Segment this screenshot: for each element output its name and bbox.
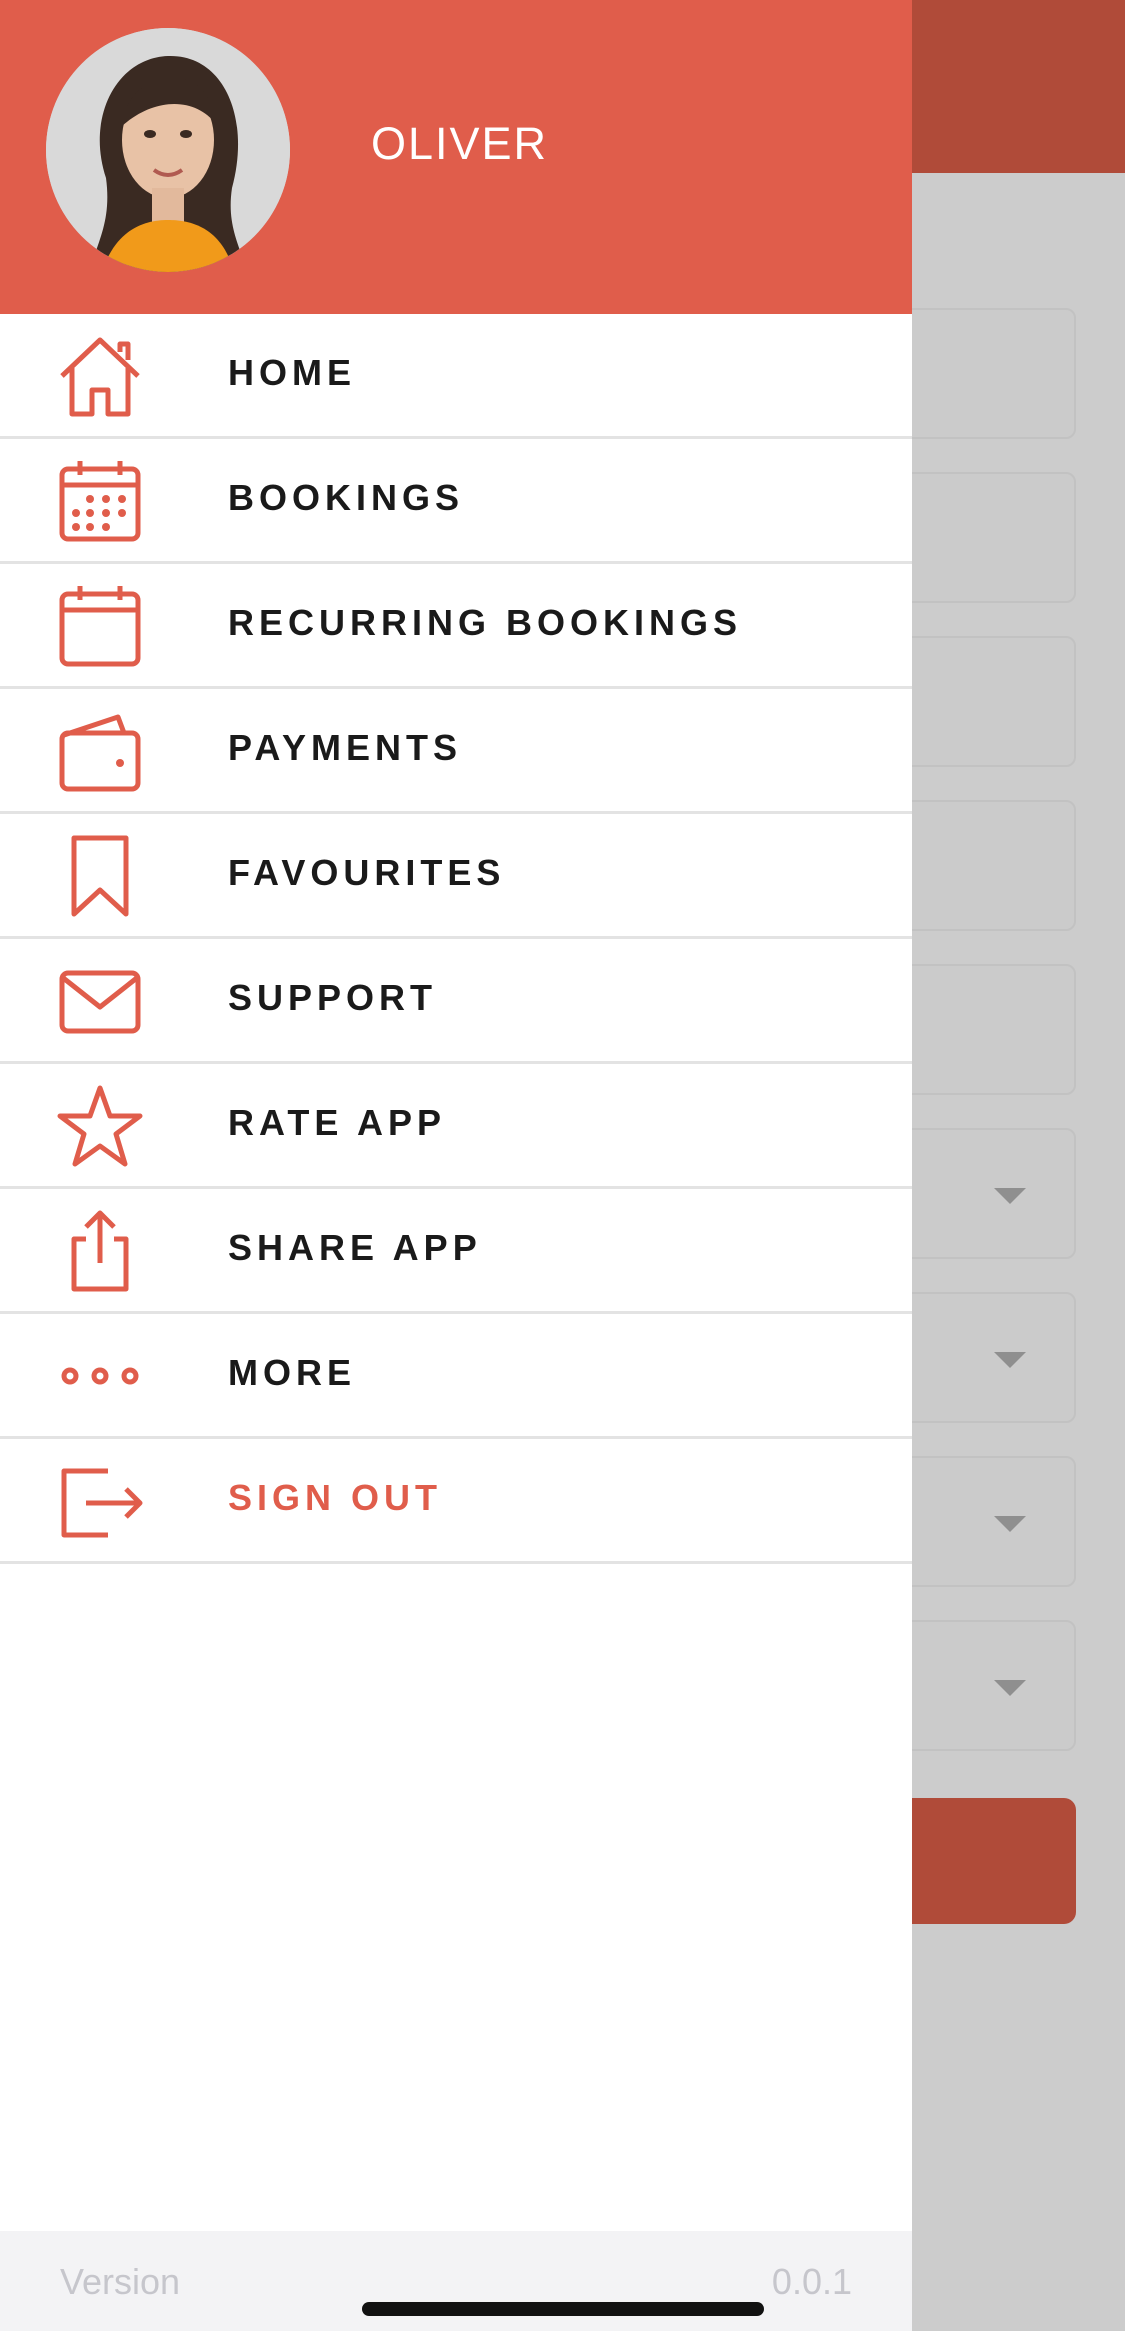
menu-item-recurring-bookings[interactable]: RECURRING BOOKINGS: [0, 564, 912, 689]
calendar-grid-icon: [56, 459, 144, 543]
drawer-menu: HOME BOOKINGS RECURRING BOOKINGS PAYMENT…: [0, 314, 912, 1564]
menu-item-label: SUPPORT: [228, 977, 438, 1018]
menu-item-rate-app[interactable]: RATE APP: [0, 1064, 912, 1189]
menu-item-home[interactable]: HOME: [0, 314, 912, 439]
caret-down-icon: [994, 1188, 1026, 1204]
menu-item-label: RECURRING BOOKINGS: [228, 602, 743, 643]
menu-item-payments[interactable]: PAYMENTS: [0, 689, 912, 814]
menu-item-label: MORE: [228, 1352, 356, 1393]
version-label: Version: [60, 2261, 181, 2302]
caret-down-icon: [994, 1680, 1026, 1696]
avatar[interactable]: [46, 28, 290, 272]
caret-down-icon: [994, 1352, 1026, 1368]
calendar-icon: [56, 584, 144, 668]
version-value: 0.0.1: [771, 2261, 852, 2302]
menu-item-label: SIGN OUT: [228, 1477, 443, 1518]
mail-icon: [56, 959, 144, 1043]
bookmark-icon: [56, 834, 144, 918]
menu-item-share-app[interactable]: SHARE APP: [0, 1189, 912, 1314]
caret-down-icon: [994, 1516, 1026, 1532]
home-icon: [56, 334, 144, 418]
menu-item-favourites[interactable]: FAVOURITES: [0, 814, 912, 939]
menu-item-support[interactable]: SUPPORT: [0, 939, 912, 1064]
user-name: OLIVER: [371, 118, 549, 169]
menu-item-label: HOME: [228, 352, 356, 393]
wallet-icon: [56, 709, 144, 793]
sign-out-icon: [56, 1459, 144, 1543]
more-dots-icon: [56, 1334, 144, 1418]
menu-item-label: SHARE APP: [228, 1227, 482, 1268]
menu-item-label: PAYMENTS: [228, 727, 463, 768]
menu-item-label: RATE APP: [228, 1102, 447, 1143]
menu-item-label: BOOKINGS: [228, 477, 465, 518]
menu-item-bookings[interactable]: BOOKINGS: [0, 439, 912, 564]
share-icon: [56, 1209, 144, 1293]
menu-item-sign-out[interactable]: SIGN OUT: [0, 1439, 912, 1564]
star-icon: [56, 1084, 144, 1168]
drawer-footer: Version 0.0.1: [0, 2231, 912, 2331]
drawer-header: OLIVER: [0, 0, 912, 314]
navigation-drawer: OLIVER HOME BOOKINGS RECURRING BOOKINGS …: [0, 0, 912, 2331]
menu-item-more[interactable]: MORE: [0, 1314, 912, 1439]
home-indicator[interactable]: [362, 2302, 764, 2316]
menu-item-label: FAVOURITES: [228, 852, 506, 893]
user-photo: [46, 28, 290, 272]
